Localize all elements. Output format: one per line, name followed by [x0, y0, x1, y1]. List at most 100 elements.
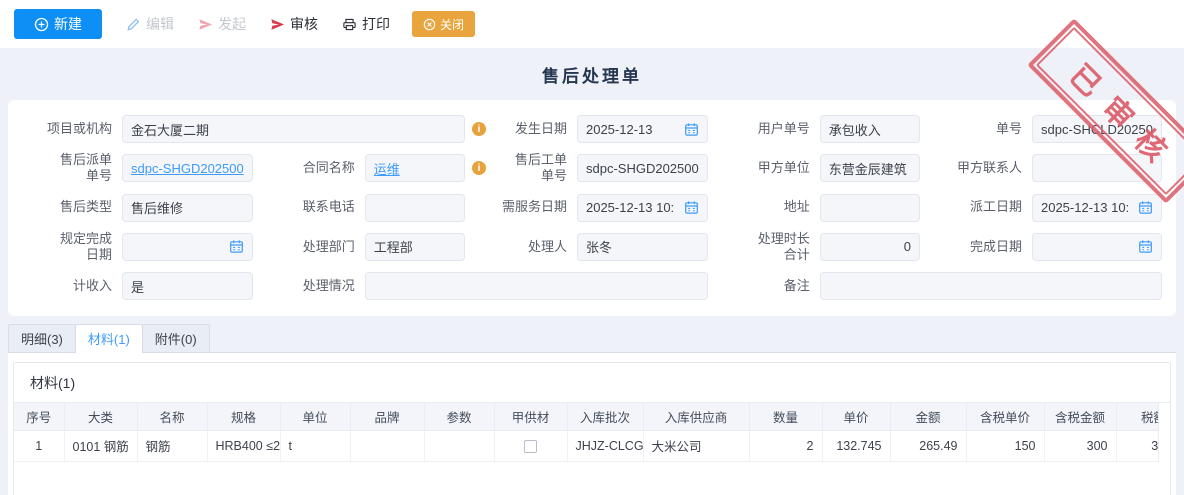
- dispatch-order-no-link[interactable]: sdpc-SHGD202500: [131, 161, 244, 176]
- dispatch-date-input[interactable]: 2025-12-13 10:: [1032, 194, 1162, 222]
- calendar-icon[interactable]: [1138, 200, 1153, 215]
- col-header-price: 单价: [822, 403, 890, 430]
- remark-input[interactable]: [820, 272, 1162, 300]
- duration-total-input[interactable]: 0: [820, 233, 920, 261]
- calendar-icon[interactable]: [684, 122, 699, 137]
- cell-qty: 2: [749, 430, 822, 461]
- calendar-icon[interactable]: [229, 239, 244, 254]
- handle-dept-field[interactable]: 工程部: [365, 231, 465, 264]
- service-type-input[interactable]: 售后维修: [122, 194, 253, 222]
- work-order-no-input[interactable]: sdpc-SHGD202500: [577, 154, 708, 182]
- address-input[interactable]: [820, 194, 920, 222]
- project-field[interactable]: 金石大厦二期 i: [122, 115, 465, 143]
- cell-tax: 34.51: [1116, 430, 1159, 461]
- cell-category: 0101 钢筋: [64, 430, 137, 461]
- contract-name-field[interactable]: 运维 i: [365, 152, 465, 185]
- col-header-tax-amount: 含税金额: [1044, 403, 1116, 430]
- address-label: 地址: [716, 199, 812, 215]
- col-header-category: 大类: [64, 403, 137, 430]
- need-service-date-label: 需服务日期: [473, 199, 569, 215]
- handle-situation-input[interactable]: [365, 272, 708, 300]
- phone-input[interactable]: [365, 194, 465, 222]
- tab-attachment[interactable]: 附件(0): [142, 324, 210, 352]
- duration-total-label: 处理时长 合计: [716, 231, 812, 264]
- material-table-scroll[interactable]: 序号 大类 名称 规格 单位 品牌 参数 甲供材 入库批次 入库供应商 数量 单…: [14, 403, 1159, 462]
- cell-name: 钢筋: [137, 430, 207, 461]
- material-table: 序号 大类 名称 规格 单位 品牌 参数 甲供材 入库批次 入库供应商 数量 单…: [14, 403, 1159, 462]
- address-field[interactable]: [820, 194, 920, 222]
- party-a-unit-input[interactable]: 东营金辰建筑: [820, 154, 920, 182]
- close-button-label: 关闭: [440, 16, 464, 33]
- col-header-spec: 规格: [207, 403, 280, 430]
- handle-dept-input[interactable]: 工程部: [365, 233, 465, 261]
- edit-button[interactable]: 编辑: [126, 14, 174, 34]
- need-service-date-field[interactable]: 2025-12-13 10:: [577, 194, 708, 222]
- need-service-date-input[interactable]: 2025-12-13 10:: [577, 194, 708, 222]
- col-header-amount: 金额: [890, 403, 966, 430]
- required-finish-date-field[interactable]: [122, 231, 253, 264]
- count-income-label: 计收入: [22, 278, 114, 294]
- print-button[interactable]: 打印: [342, 14, 390, 34]
- handler-field[interactable]: 张冬: [577, 231, 708, 264]
- user-order-no-field[interactable]: 承包收入: [820, 115, 920, 143]
- detail-tabs: 明细(3) 材料(1) 附件(0): [8, 324, 1176, 353]
- dispatch-date-field[interactable]: 2025-12-13 10:: [1032, 194, 1162, 222]
- duration-total-field[interactable]: 0: [820, 231, 920, 264]
- new-button-label: 新建: [54, 14, 82, 34]
- remark-field[interactable]: [820, 272, 1162, 300]
- cell-inbound-supplier: 大米公司: [643, 430, 749, 461]
- project-label: 项目或机构: [22, 121, 114, 137]
- cell-a-supplied: [494, 430, 567, 461]
- finish-date-field[interactable]: [1032, 231, 1162, 264]
- count-income-field[interactable]: 是: [122, 272, 253, 300]
- new-button[interactable]: 新建: [14, 9, 102, 39]
- table-row[interactable]: 1 0101 钢筋 钢筋 HRB400 ≤2 t JHJZ-CLCG 大米公司 …: [14, 430, 1159, 461]
- initiate-button[interactable]: 发起: [198, 14, 246, 34]
- party-a-contact-field[interactable]: [1032, 152, 1162, 185]
- handler-input[interactable]: 张冬: [577, 233, 708, 261]
- col-header-brand: 品牌: [350, 403, 424, 430]
- work-order-no-field[interactable]: sdpc-SHGD202500: [577, 152, 708, 185]
- dispatch-order-no-field[interactable]: sdpc-SHGD202500: [122, 152, 253, 185]
- user-order-no-input[interactable]: 承包收入: [820, 115, 920, 143]
- a-supplied-checkbox[interactable]: [524, 440, 537, 453]
- required-finish-date-input[interactable]: [122, 233, 253, 261]
- col-header-unit: 单位: [280, 403, 350, 430]
- finish-date-input[interactable]: [1032, 233, 1162, 261]
- party-a-contact-label: 甲方联系人: [928, 160, 1024, 176]
- calendar-icon[interactable]: [1138, 239, 1153, 254]
- doc-no-input[interactable]: sdpc-SHCLD20250: [1032, 115, 1162, 143]
- project-input[interactable]: 金石大厦二期: [122, 115, 465, 143]
- service-type-field[interactable]: 售后维修: [122, 194, 253, 222]
- col-header-seq: 序号: [14, 403, 64, 430]
- party-a-unit-label: 甲方单位: [716, 160, 812, 176]
- cell-brand: [350, 430, 424, 461]
- count-income-input[interactable]: 是: [122, 272, 253, 300]
- party-a-unit-field[interactable]: 东营金辰建筑: [820, 152, 920, 185]
- contract-name-link[interactable]: 运维: [374, 159, 456, 178]
- cell-tax-price: 150: [966, 430, 1044, 461]
- tab-detail[interactable]: 明细(3): [8, 324, 76, 352]
- party-a-contact-input[interactable]: [1032, 154, 1162, 182]
- phone-label: 联系电话: [261, 199, 357, 215]
- handle-situation-field[interactable]: [365, 272, 708, 300]
- occur-date-input[interactable]: 2025-12-13: [577, 115, 708, 143]
- col-header-inbound-supplier: 入库供应商: [643, 403, 749, 430]
- col-header-tax: 税额: [1116, 403, 1159, 430]
- close-button[interactable]: 关闭: [412, 11, 475, 37]
- contract-name-input[interactable]: 运维: [365, 154, 465, 182]
- tab-material[interactable]: 材料(1): [75, 324, 143, 352]
- doc-no-field[interactable]: sdpc-SHCLD20250: [1032, 115, 1162, 143]
- occur-date-field[interactable]: 2025-12-13: [577, 115, 708, 143]
- order-form-card: 项目或机构 金石大厦二期 i 发生日期 2025-12-13 用户单号 承包收入…: [8, 100, 1176, 316]
- audit-button[interactable]: 审核: [270, 14, 318, 34]
- required-finish-date-label: 规定完成 日期: [22, 231, 114, 264]
- info-circle-icon: i: [472, 122, 486, 136]
- cell-param: [424, 430, 494, 461]
- calendar-icon[interactable]: [684, 200, 699, 215]
- col-header-qty: 数量: [749, 403, 822, 430]
- col-header-param: 参数: [424, 403, 494, 430]
- handle-dept-label: 处理部门: [261, 239, 357, 255]
- phone-field[interactable]: [365, 194, 465, 222]
- dispatch-order-no-input[interactable]: sdpc-SHGD202500: [122, 154, 253, 182]
